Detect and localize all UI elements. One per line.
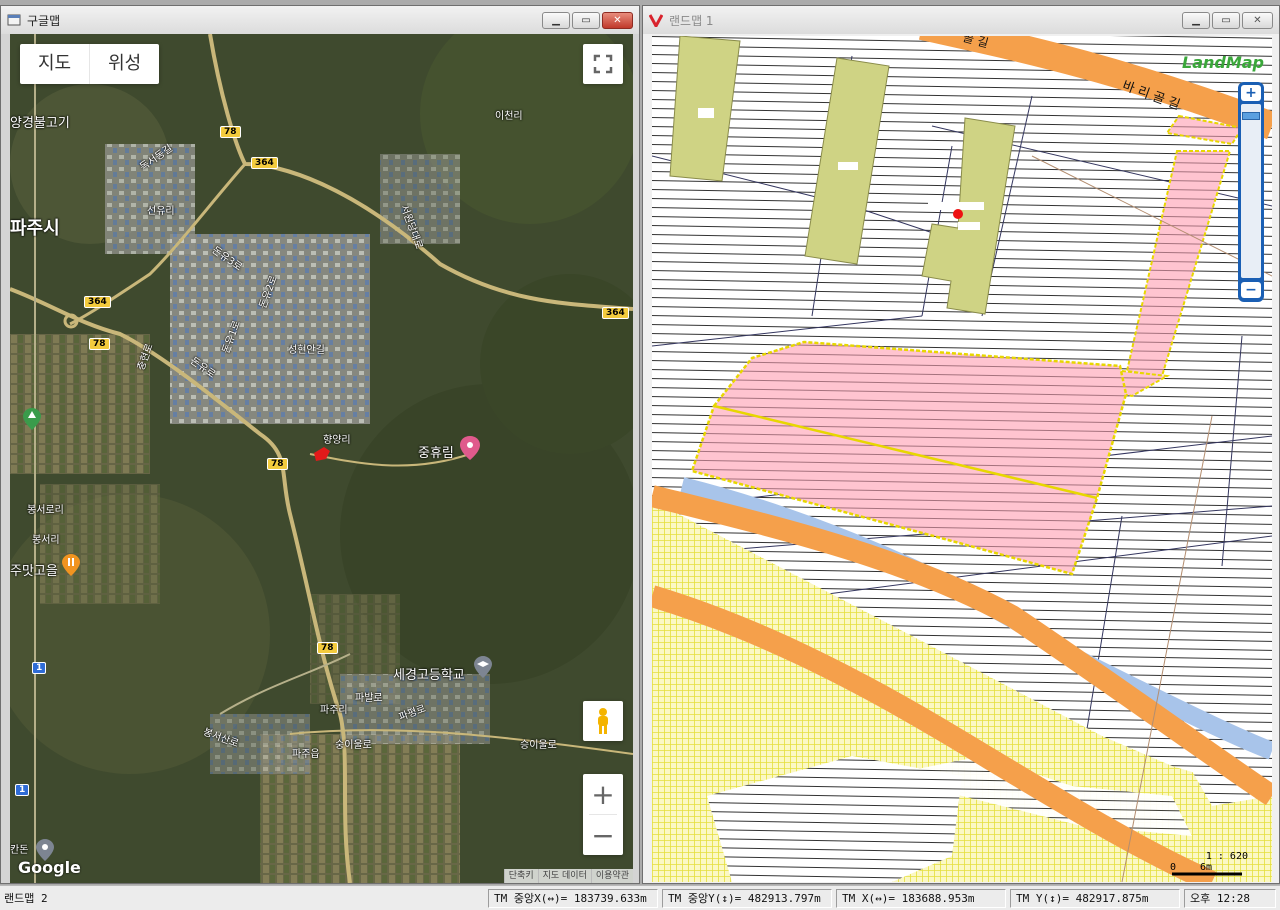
status-tm-x: TM X(↔)= 183688.953m (836, 889, 1006, 908)
school-pin-icon[interactable] (474, 656, 492, 678)
zoom-slider-thumb[interactable] (1242, 112, 1260, 121)
road-shield-78: 78 (89, 338, 110, 350)
place-label-paju-eup[interactable]: 파주읍 (292, 745, 320, 760)
place-label-paju-city[interactable]: 파주시 (10, 214, 60, 240)
map-pin-icon[interactable] (460, 436, 480, 460)
cadastral-map-drawing: 골 길 바 리 골 길 LandMap 0 6m (652, 36, 1272, 882)
map-type-satellite-button[interactable]: 위성 (89, 44, 159, 84)
place-label-seonyu-ri[interactable]: 선유리 (147, 202, 175, 217)
landmap-window: 랜드맵 1 ▁ ▭ ✕ 골 길 바 리 골 길 LandMap 0 6m + −… (642, 5, 1280, 884)
map-data-link[interactable]: 지도 데이터 (537, 869, 591, 883)
google-map-title: 구글맵 (27, 13, 61, 28)
google-logo: Google (18, 858, 81, 877)
landmap-titlebar[interactable]: 랜드맵 1 ▁ ▭ ✕ (643, 6, 1279, 34)
landmap-title: 랜드맵 1 (669, 13, 714, 28)
road-shield-78: 78 (317, 642, 338, 654)
zoom-out-button[interactable]: − (583, 815, 623, 855)
maximize-icon: ▭ (581, 14, 591, 26)
fullscreen-button[interactable] (583, 44, 623, 84)
cadastral-map[interactable]: 골 길 바 리 골 길 LandMap 0 6m + − 1 : 620 (652, 36, 1272, 882)
satellite-imagery (10, 34, 633, 883)
road-shield-364: 364 (602, 307, 629, 319)
landmap-logo: LandMap (1182, 53, 1264, 72)
status-bar: 랜드맵 2 TM 중앙X(↔)= 183739.633m TM 중앙Y(↕)= … (0, 885, 1280, 910)
road-shield-364: 364 (84, 296, 111, 308)
keyboard-shortcuts-link[interactable]: 단축키 (503, 869, 538, 883)
zoom-in-button[interactable]: + (583, 774, 623, 814)
place-label-segyeong-high-school[interactable]: 세경고등학교 (393, 664, 465, 683)
road-label-seungiul-ro: 승이울로 (520, 740, 557, 751)
place-label-hyangyang-ri[interactable]: 향양리 (323, 431, 351, 446)
road-label-pabal-ro: 파발로 (355, 693, 383, 704)
close-button[interactable]: ✕ (1242, 12, 1273, 29)
minimize-button[interactable]: ▁ (1182, 12, 1210, 29)
place-label-junghyurim[interactable]: 중휴림 (418, 442, 454, 461)
place-label-seongheon: 성현안길 (288, 345, 325, 356)
restaurant-pin-icon[interactable] (62, 554, 80, 576)
road-shield-1: 1 (15, 784, 30, 796)
status-tm-center-x: TM 중앙X(↔)= 183739.633m (488, 889, 658, 908)
road-shield-1: 1 (32, 662, 47, 674)
road-shield-364: 364 (251, 157, 278, 169)
landmap-zoom-slider[interactable]: + − (1238, 82, 1264, 302)
park-pin-icon[interactable] (23, 408, 41, 430)
scale-ratio: 1 : 620 (1205, 851, 1248, 862)
google-map-titlebar[interactable]: 구글맵 ▁ ▭ ✕ (1, 6, 639, 34)
place-label-madon[interactable]: 칸돈 (10, 841, 28, 856)
road-shield-78: 78 (220, 126, 241, 138)
fullscreen-icon (593, 54, 613, 74)
status-tm-center-y: TM 중앙Y(↕)= 482913.797m (662, 889, 832, 908)
close-icon: ✕ (613, 14, 622, 26)
maximize-button[interactable]: ▭ (572, 12, 600, 29)
zoom-out-button[interactable]: − (1241, 282, 1261, 298)
minimize-button[interactable]: ▁ (542, 12, 570, 29)
map-type-control: 지도 위성 (20, 44, 160, 84)
scale-bar-distance: 6m (1200, 862, 1212, 873)
status-clock: 오후 12:28 (1184, 889, 1276, 908)
zoom-track[interactable] (1241, 104, 1261, 278)
close-button[interactable]: ✕ (602, 12, 633, 29)
close-icon: ✕ (1253, 14, 1262, 26)
place-label-icheon-ri[interactable]: 이천리 (495, 107, 523, 122)
place-label-restaurant[interactable]: 양경불고기 (10, 112, 70, 131)
place-label-bongseo-ro-ri[interactable]: 봉서로리 (27, 501, 64, 516)
place-label-paju-ri[interactable]: 파주리 (320, 701, 348, 716)
terms-link[interactable]: 이용약관 (590, 869, 633, 883)
scale-bar-zero: 0 (1170, 862, 1176, 873)
maximize-button[interactable]: ▭ (1212, 12, 1240, 29)
zoom-in-button[interactable]: + (1241, 85, 1261, 101)
minimize-icon: ▁ (552, 14, 560, 26)
status-app-name: 랜드맵 2 (4, 892, 48, 905)
app-window-icon (7, 13, 21, 27)
minimize-icon: ▁ (1192, 14, 1200, 26)
place-label-bongseo-ri[interactable]: 봉서리 (32, 531, 60, 546)
status-tm-y: TM Y(↕)= 482917.875m (1010, 889, 1180, 908)
google-map-window: 구글맵 ▁ ▭ ✕ 지도 위성 + − 파주시 양경불고기 이천리 선유리 독서… (0, 5, 640, 884)
road-shield-78: 78 (267, 458, 288, 470)
pegman-icon (598, 708, 608, 734)
landmap-app-icon (648, 13, 664, 30)
road-label-sungiul-ro: 숭이울로 (335, 740, 372, 751)
street-view-pegman-button[interactable] (583, 701, 623, 741)
map-footer: 단축키 지도 데이터 이용약관 (503, 869, 633, 883)
google-satellite-map[interactable]: 지도 위성 + − 파주시 양경불고기 이천리 선유리 독서동길 돈유3로 돈유… (10, 34, 633, 883)
map-type-map-button[interactable]: 지도 (20, 44, 89, 84)
zoom-controls: + − (583, 774, 623, 855)
place-label-jumatgol[interactable]: 주맛고을 (10, 560, 58, 579)
maximize-icon: ▭ (1221, 14, 1231, 26)
